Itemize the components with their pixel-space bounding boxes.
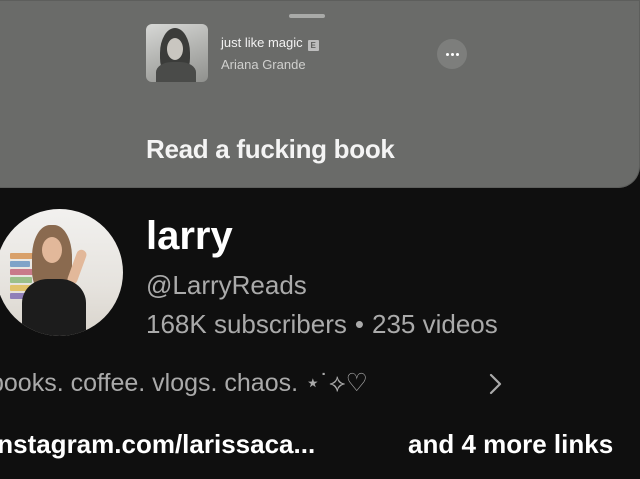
stats-separator: • xyxy=(354,309,364,339)
book-spine xyxy=(10,277,32,283)
channel-description[interactable]: books. coffee. vlogs. chaos. ⋆˙⟡♡ xyxy=(0,368,368,398)
song-artist[interactable]: Ariana Grande xyxy=(221,57,306,72)
explicit-badge: E xyxy=(307,40,319,51)
album-art[interactable] xyxy=(146,24,208,82)
avatar-person-body xyxy=(22,279,86,336)
book-spine xyxy=(10,261,30,267)
channel-handle: @LarryReads xyxy=(146,270,307,300)
video-caption: Read a fucking book xyxy=(146,134,395,164)
channel-name: larry xyxy=(146,214,233,258)
chevron-right-svg xyxy=(489,373,502,395)
song-title-text: just like magic xyxy=(221,35,303,50)
drag-handle[interactable] xyxy=(289,14,325,18)
avatar[interactable] xyxy=(0,209,123,336)
more-horizontal-icon xyxy=(445,52,449,56)
channel-link[interactable]: instagram.com/larissaca... xyxy=(0,429,315,460)
channel-page: just like magic E Ariana Grande Read a fu… xyxy=(0,0,640,479)
chevron-right-icon[interactable] xyxy=(487,370,505,398)
album-art-face xyxy=(167,38,183,60)
book-spine xyxy=(10,253,34,259)
music-card[interactable]: just like magic E Ariana Grande Read a fu… xyxy=(0,0,640,188)
more-links-button[interactable]: and 4 more links xyxy=(408,429,613,460)
more-dot xyxy=(450,52,454,56)
song-title[interactable]: just like magic E xyxy=(221,35,319,51)
video-count: 235 videos xyxy=(372,309,498,339)
channel-stats: 168K subscribers • 235 videos xyxy=(146,309,498,340)
album-art-body xyxy=(156,62,196,82)
avatar-person-face xyxy=(42,237,62,263)
subscriber-count: 168K subscribers xyxy=(146,309,347,339)
more-button[interactable] xyxy=(437,39,467,69)
more-dot xyxy=(455,52,459,56)
